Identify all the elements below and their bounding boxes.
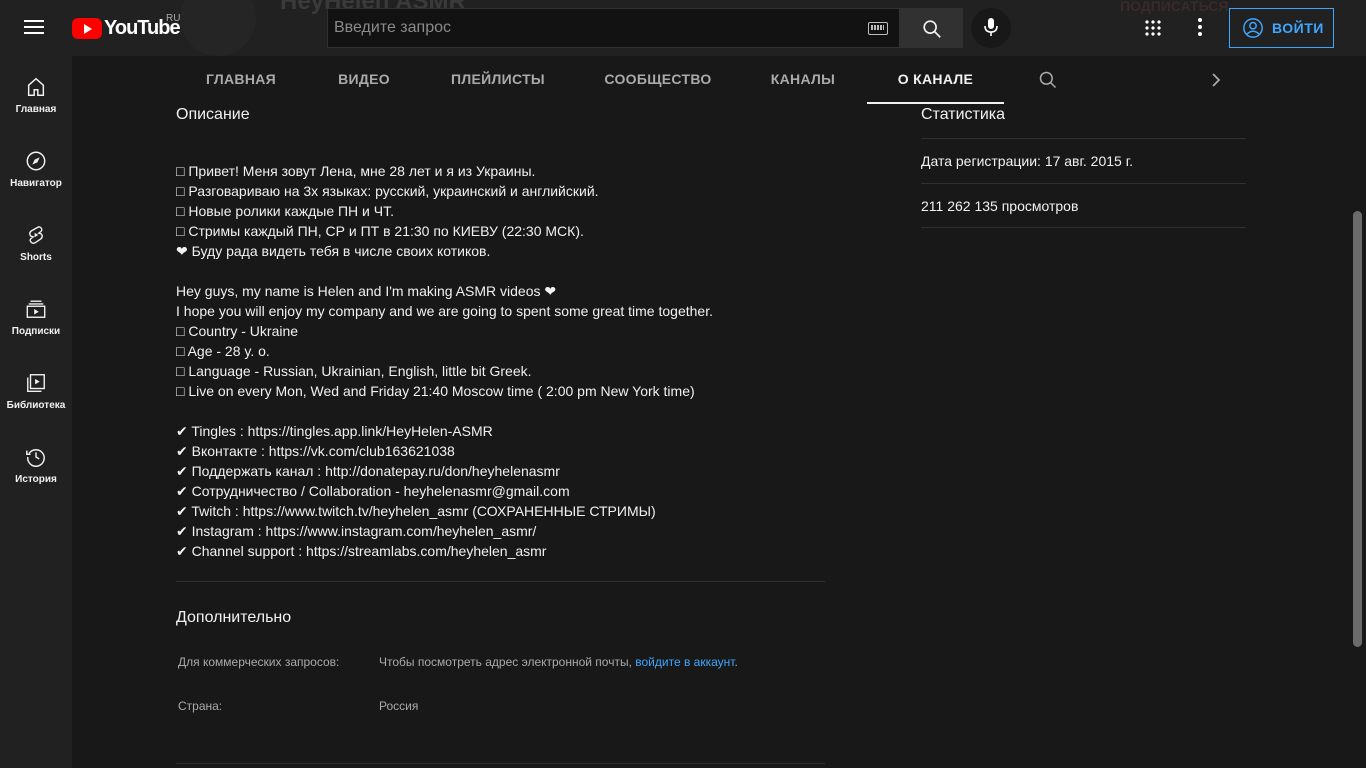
country-label: Страна:: [178, 699, 223, 713]
description-line: ✔ Twitch : https://www.twitch.tv/heyhele…: [176, 503, 656, 519]
search-box: [327, 8, 899, 48]
search-button[interactable]: [899, 8, 963, 48]
divider: [176, 581, 825, 582]
subscribe-ghost: ПОДПИСАТЬСЯ: [1120, 0, 1229, 14]
sidebar-item-explore[interactable]: Навигатор: [0, 130, 72, 204]
signin-link[interactable]: войдите в аккаунт: [635, 655, 734, 669]
apps-grid-icon[interactable]: [1144, 19, 1162, 37]
sidebar-item-label: История: [15, 474, 57, 485]
business-inquiries-label: Для коммерческих запросов:: [178, 655, 340, 669]
description-line: ❤ Буду рада видеть тебя в числе своих ко…: [176, 243, 491, 259]
keyboard-icon[interactable]: [868, 22, 888, 35]
microphone-icon: [984, 18, 998, 36]
tab-home[interactable]: ГЛАВНАЯ: [176, 56, 306, 104]
sidebar-item-history[interactable]: История: [0, 426, 72, 500]
joined-date: Дата регистрации: 17 авг. 2015 г.: [921, 138, 1246, 183]
scrollbar-thumb[interactable]: [1353, 211, 1362, 647]
sidebar-item-library[interactable]: Библиотека: [0, 352, 72, 426]
youtube-play-icon: [72, 17, 102, 39]
subscriptions-icon: [26, 300, 46, 318]
scrollbar[interactable]: [1350, 56, 1366, 768]
signin-button[interactable]: ВОЙТИ: [1229, 8, 1334, 48]
sidebar-item-label: Главная: [15, 104, 57, 115]
description-line: □ Live on every Mon, Wed and Friday 21:4…: [176, 383, 695, 399]
description-gap: [176, 261, 825, 281]
sidebar-item-label: Подписки: [11, 326, 61, 337]
about-page: Описание □ Привет! Меня зовут Лена, мне …: [72, 104, 1350, 768]
business-inquiries-suffix: .: [734, 655, 738, 669]
stats-section: Статистика Дата регистрации: 17 авг. 201…: [921, 104, 1246, 228]
tab-about[interactable]: О КАНАЛЕ: [867, 56, 1004, 104]
description-line: I hope you will enjoy my company and we …: [176, 303, 713, 319]
account-icon: [1243, 18, 1263, 38]
search-icon: [923, 20, 941, 38]
description-line: Hey guys, my name is Helen and I'm makin…: [176, 283, 557, 299]
description-line: ✔ Channel support : https://streamlabs.c…: [176, 543, 547, 559]
shorts-icon: [29, 226, 43, 244]
channel-avatar-ghost: [180, 0, 256, 56]
chevron-right-icon[interactable]: [1208, 72, 1224, 88]
view-count: 211 262 135 просмотров: [921, 183, 1246, 228]
library-icon: [27, 374, 45, 392]
region-code: RU: [166, 13, 181, 24]
description-line: □ Language - Russian, Ukrainian, English…: [176, 363, 532, 379]
voice-search-button[interactable]: [971, 8, 1011, 48]
description-line: ✔ Tingles : https://tingles.app.link/Hey…: [176, 423, 493, 439]
youtube-logo[interactable]: YouTube: [72, 16, 181, 40]
description-section: Описание □ Привет! Меня зовут Лена, мне …: [176, 104, 825, 561]
description-line: ✔ Сотрудничество / Collaboration - heyhe…: [176, 483, 570, 499]
stats-title: Статистика: [921, 106, 1006, 123]
sidebar: Главная Навигатор Shorts Подписки Библио…: [0, 56, 72, 768]
description-line: ✔ Instagram : https://www.instagram.com/…: [176, 523, 537, 539]
sidebar-item-label: Библиотека: [6, 400, 66, 411]
description-title: Описание: [176, 106, 250, 123]
description-line: ✔ Поддержать канал : http://donatepay.ru…: [176, 463, 560, 479]
country-value: Россия: [379, 699, 419, 713]
history-icon: [26, 449, 45, 467]
sidebar-item-label: Навигатор: [10, 178, 62, 189]
business-inquiries-text: Чтобы посмотреть адрес электронной почты…: [379, 655, 636, 669]
description-line: □ Разговариваю на 3х языках: русский, ук…: [176, 183, 599, 199]
channel-search-icon[interactable]: [1038, 70, 1058, 90]
tab-playlists[interactable]: ПЛЕЙЛИСТЫ: [422, 56, 574, 104]
search-input[interactable]: [334, 9, 854, 47]
business-inquiries-value: Чтобы посмотреть адрес электронной почты…: [379, 655, 738, 669]
description-line: ✔ Вконтакте : https://vk.com/club1636210…: [176, 443, 455, 459]
tab-videos[interactable]: ВИДЕО: [310, 56, 418, 104]
details-title: Дополнительно: [176, 609, 292, 626]
description-line: □ Новые ролики каждые ПН и ЧТ.: [176, 203, 394, 219]
sidebar-item-shorts[interactable]: Shorts: [0, 204, 72, 278]
signin-label: ВОЙТИ: [1272, 20, 1324, 36]
sidebar-item-label: Shorts: [20, 252, 52, 263]
description-line: □ Country - Ukraine: [176, 323, 299, 339]
channel-tabs: ГЛАВНАЯ ВИДЕО ПЛЕЙЛИСТЫ СООБЩЕСТВО КАНАЛ…: [72, 56, 1350, 104]
description-line: □ Привет! Меня зовут Лена, мне 28 лет и …: [176, 163, 536, 179]
compass-icon: [26, 151, 46, 171]
home-icon: [27, 77, 45, 96]
sidebar-item-home[interactable]: Главная: [0, 56, 72, 130]
menu-icon[interactable]: [24, 16, 48, 40]
sidebar-item-subscriptions[interactable]: Подписки: [0, 278, 72, 352]
tab-community[interactable]: СООБЩЕСТВО: [578, 56, 738, 104]
description-line: □ Стримы каждый ПН, СР и ПТ в 21:30 по К…: [176, 223, 584, 239]
description-line: □ Age - 28 y. o.: [176, 343, 270, 359]
masthead: HeyHelen ASMR ПОДПИСАТЬСЯ YouTube RU ВОЙ…: [0, 0, 1366, 56]
divider: [176, 763, 825, 764]
description-text: □ Привет! Меня зовут Лена, мне 28 лет и …: [176, 161, 825, 561]
more-vert-icon[interactable]: [1198, 18, 1204, 38]
description-gap: [176, 401, 825, 421]
tab-channels[interactable]: КАНАЛЫ: [742, 56, 864, 104]
